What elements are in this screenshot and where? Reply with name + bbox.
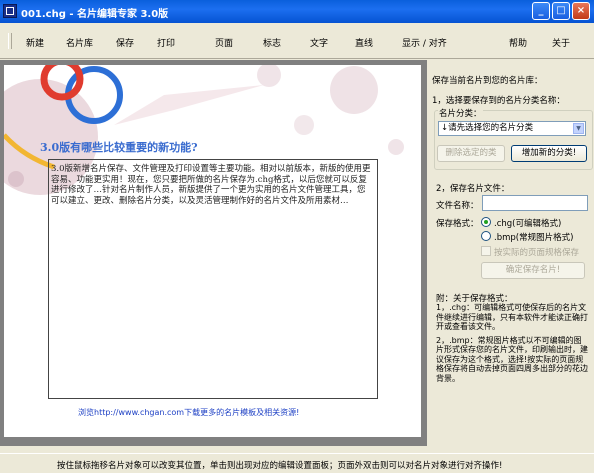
format-notes: 1，.chg：可编辑格式可使保存后的名片文件继续进行编辑，只有本软件才能读正确打… bbox=[436, 303, 588, 387]
menu-page[interactable]: 页面 bbox=[215, 36, 233, 49]
menu-line[interactable]: 直线 bbox=[355, 36, 373, 49]
title-bar[interactable]: 001.chg - 名片编辑专家 3.0版 _ □ × bbox=[0, 0, 594, 23]
menu-help[interactable]: 帮助 bbox=[509, 36, 527, 49]
category-select[interactable]: ↓请先选择您的名片分类 ▼ bbox=[438, 121, 586, 136]
save-page-setting-checkbox[interactable] bbox=[481, 246, 491, 256]
chevron-down-icon[interactable]: ▼ bbox=[573, 123, 584, 134]
menu-print[interactable]: 打印 bbox=[157, 36, 175, 49]
delete-category-button[interactable]: 删除选定的类 bbox=[437, 145, 505, 162]
menu-text[interactable]: 文字 bbox=[310, 36, 328, 49]
format-bmp-radio[interactable] bbox=[481, 231, 491, 241]
business-card[interactable]: 3.0版有哪些比较重要的新功能? 3.0版新增名片保存、文件管理及打印设置等主要… bbox=[4, 65, 421, 437]
note-chg: 1，.chg：可编辑格式可使保存后的名片文件继续进行编辑，只有本软件才能读正确打… bbox=[436, 303, 588, 331]
maximize-button[interactable]: □ bbox=[552, 2, 570, 20]
menu-save[interactable]: 保存 bbox=[116, 36, 134, 49]
card-body-text[interactable]: 3.0版新增名片保存、文件管理及打印设置等主要功能。相对以前版本，新版的使用更容… bbox=[51, 164, 371, 206]
menu-about[interactable]: 关于 bbox=[552, 36, 570, 49]
format-chg-radio[interactable] bbox=[481, 217, 491, 227]
canvas-area[interactable]: 3.0版有哪些比较重要的新功能? 3.0版新增名片保存、文件管理及打印设置等主要… bbox=[0, 60, 427, 446]
panel-heading: 保存当前名片到您的名片库： bbox=[432, 76, 543, 86]
status-bar: 按住鼠标拖移名片对象可以改变其位置，单击则出现对应的编辑设置面板；页面外双击则可… bbox=[0, 453, 594, 473]
add-category-button[interactable]: 增加新的分类! bbox=[511, 145, 587, 162]
filename-label: 文件名称： bbox=[436, 201, 479, 211]
category-select-value: ↓请先选择您的名片分类 bbox=[441, 123, 534, 133]
note-bmp: 2，.bmp：常规图片格式以不可编辑的图片形式保存您的名片文件，印刷输出时，建议… bbox=[436, 335, 588, 383]
menu-logo[interactable]: 标志 bbox=[263, 36, 281, 49]
confirm-save-button[interactable]: 确定保存名片! bbox=[481, 262, 585, 279]
step2-label: 2，保存名片文件： bbox=[436, 184, 510, 194]
status-text: 按住鼠标拖移名片对象可以改变其位置，单击则出现对应的编辑设置面板；页面外双击则可… bbox=[57, 461, 503, 471]
menu-new[interactable]: 新建 bbox=[26, 36, 44, 49]
app-icon[interactable] bbox=[3, 4, 17, 18]
toolbar-grip[interactable] bbox=[8, 33, 12, 49]
step1-label: 1，选择要保存到的名片分类名称： bbox=[432, 96, 565, 106]
format-chg-label[interactable]: .chg(可编辑格式) bbox=[494, 217, 561, 229]
minimize-button[interactable]: _ bbox=[532, 2, 550, 20]
menu-display-align[interactable]: 显示 / 对齐 bbox=[402, 36, 447, 49]
close-button[interactable]: × bbox=[572, 2, 590, 20]
filename-input[interactable] bbox=[482, 195, 588, 211]
menu-library[interactable]: 名片库 bbox=[66, 36, 93, 49]
category-label: 名片分类： bbox=[438, 107, 483, 119]
format-label: 保存格式： bbox=[436, 219, 479, 229]
card-title[interactable]: 3.0版有哪些比较重要的新功能? bbox=[40, 139, 198, 155]
save-page-setting-label: 按实际的页面规格保存 bbox=[494, 248, 580, 258]
window-title: 001.chg - 名片编辑专家 3.0版 bbox=[21, 9, 169, 20]
format-bmp-label[interactable]: .bmp(常规图片格式) bbox=[494, 231, 573, 243]
menu-bar: 新建 名片库 保存 打印 页面 标志 文字 直线 显示 / 对齐 帮助 关于 bbox=[0, 23, 594, 59]
card-link-text[interactable]: 浏览http://www.chgan.com下载更多的名片模板及相关资源! bbox=[78, 407, 299, 418]
